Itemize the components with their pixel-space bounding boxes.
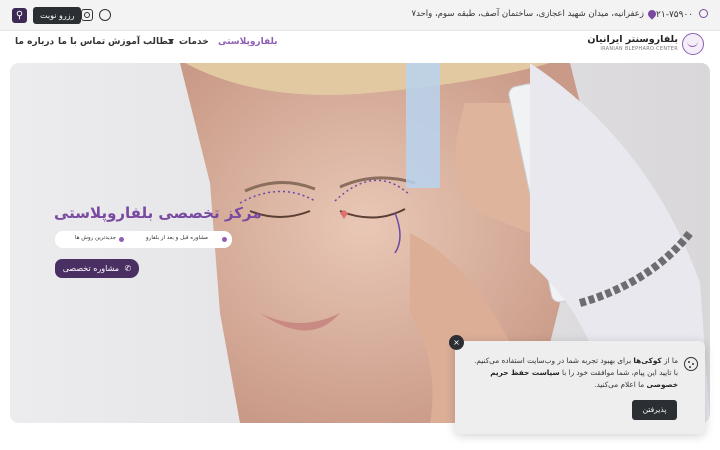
feature-pill-2: جدیدترین روش ها — [74, 235, 116, 241]
nav-item-contact[interactable]: تماس با ما — [58, 37, 105, 47]
feature-pill-1: مشاوره قبل و بعد از بلفارو — [146, 235, 208, 241]
bullet-dot-icon — [222, 237, 227, 242]
address-text: زعفرانیه، میدان شهید اعجازی، ساختمان آصف… — [411, 9, 644, 19]
hero-features: مشاوره قبل و بعد از بلفارو جدیدترین روش … — [55, 231, 232, 248]
consult-button-label: مشاوره تخصصی — [62, 264, 119, 273]
address: زعفرانیه، میدان شهید اعجازی، ساختمان آصف… — [411, 8, 658, 20]
cookie-text-start: ما از — [661, 356, 678, 365]
nav-item-services[interactable]: خدمات — [168, 37, 209, 47]
reserve-button[interactable]: رزرو نوبت — [33, 7, 82, 24]
phone-number[interactable]: ۰۲۱-۷۵۹۰۰ — [651, 9, 708, 20]
bullet-dot-icon — [119, 237, 124, 242]
cookie-icon — [684, 357, 698, 371]
whatsapp-icon[interactable] — [99, 9, 111, 21]
search-icon: ⚲ — [15, 10, 24, 21]
ruler — [406, 63, 440, 188]
close-icon[interactable]: × — [449, 335, 464, 350]
cookie-text-end: ما اعلام می‌کنید. — [594, 380, 647, 389]
top-info-bar: ۰۲۱-۷۵۹۰۰ زعفرانیه، میدان شهید اعجازی، س… — [0, 0, 720, 31]
nav-item-articles[interactable]: مطالب آموزش — [108, 37, 174, 47]
cookie-text-bold: کوکی‌ها — [633, 356, 662, 365]
logo-title: بلفاروسنتر ایرانیان — [587, 34, 678, 45]
phone-text: ۰۲۱-۷۵۹۰۰ — [651, 10, 694, 20]
nav-item-blepharoplasty[interactable]: بلفاروپلاستی — [218, 37, 278, 47]
phone-icon: ✆ — [124, 264, 132, 273]
logo-subtitle: IRANIAN BLEPHARO CENTER — [600, 46, 678, 52]
main-navigation: بلفاروسنتر ایرانیان IRANIAN BLEPHARO CEN… — [0, 31, 720, 63]
accept-cookies-button[interactable]: پذیرفتن — [632, 400, 677, 420]
cookie-consent-dialog: × ما از کوکی‌ها برای بهبود تجربه شما در … — [449, 335, 705, 434]
instagram-icon[interactable] — [81, 9, 93, 21]
headset-icon — [699, 9, 708, 18]
logo-mark-icon — [682, 33, 704, 55]
search-button[interactable]: ⚲ — [12, 8, 27, 23]
nav-item-services-label: خدمات — [179, 37, 209, 47]
hero-title: مرکز تخصصی بلفاروپلاستی — [54, 204, 262, 222]
cookie-message: ما از کوکی‌ها برای بهبود تجربه شما در وب… — [473, 355, 678, 391]
consult-button[interactable]: مشاوره تخصصی ✆ — [55, 259, 139, 278]
nav-item-about[interactable]: درباره ما — [15, 37, 54, 47]
